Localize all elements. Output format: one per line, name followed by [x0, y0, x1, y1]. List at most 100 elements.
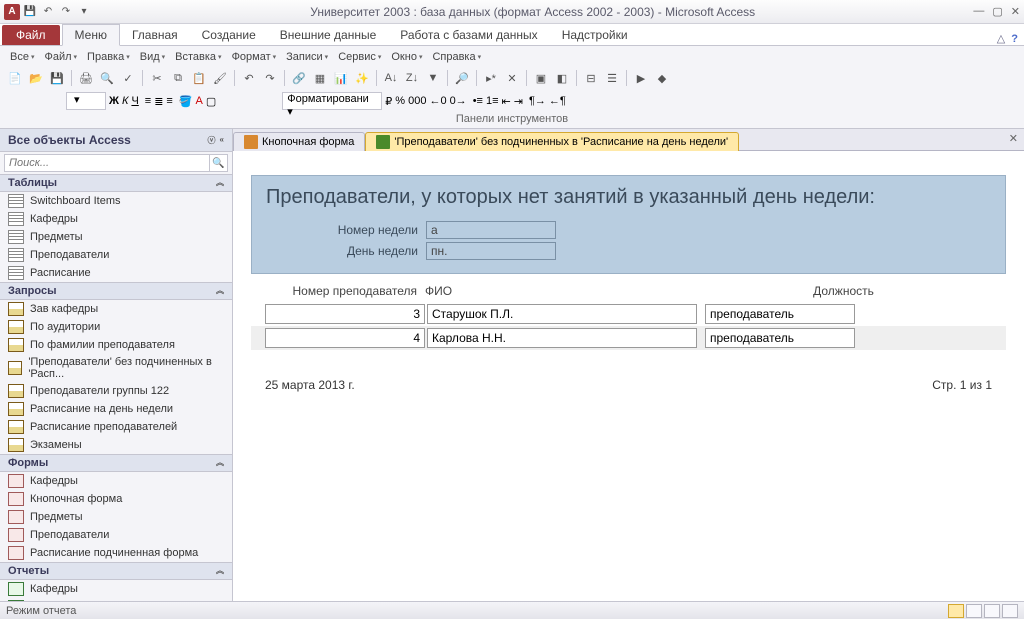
print-icon[interactable]: 🖨: [77, 69, 95, 87]
nav-item[interactable]: Кафедры: [0, 472, 232, 490]
view-print-icon[interactable]: [966, 604, 982, 618]
nav-item[interactable]: По аудитории: [0, 318, 232, 336]
fill-color-icon[interactable]: 🪣: [179, 95, 193, 108]
help-icon[interactable]: ?: [1011, 33, 1018, 45]
rtl-icon[interactable]: ←¶: [549, 95, 566, 107]
outdent-icon[interactable]: ⇤: [502, 95, 511, 108]
italic-icon[interactable]: К: [122, 95, 128, 107]
ribbon-minimize-icon[interactable]: △: [997, 32, 1005, 45]
menu-tools[interactable]: Сервис▾: [334, 50, 385, 64]
nav-group-table[interactable]: Таблицы︽: [0, 174, 232, 192]
menu-records[interactable]: Записи▾: [282, 50, 332, 64]
align-center-icon[interactable]: ≣: [154, 95, 163, 108]
nav-item[interactable]: Кафедры: [0, 580, 232, 598]
font-color-icon[interactable]: A: [196, 95, 203, 107]
spell-icon[interactable]: ✓: [119, 69, 137, 87]
sort-az-icon[interactable]: A↓: [382, 69, 400, 87]
search-icon[interactable]: 🔍: [210, 154, 228, 172]
form-icon[interactable]: ▦: [311, 69, 329, 87]
nav-item[interactable]: 'Преподаватели' без подчиненных в 'Расп.…: [0, 354, 232, 382]
menu-window[interactable]: Окно▾: [387, 50, 426, 64]
dropdown-1[interactable]: ▾: [66, 92, 106, 110]
underline-icon[interactable]: Ч: [131, 95, 138, 107]
menu-view[interactable]: Вид▾: [136, 50, 169, 64]
wizard-icon[interactable]: ✨: [353, 69, 371, 87]
view-layout-icon[interactable]: [984, 604, 1000, 618]
close-icon[interactable]: ✕: [1011, 5, 1020, 18]
preview-icon[interactable]: 🔍: [98, 69, 116, 87]
sort-za-icon[interactable]: Z↓: [403, 69, 421, 87]
ribbon-tab-create[interactable]: Создание: [190, 25, 268, 45]
nav-group-query[interactable]: Запросы︽: [0, 282, 232, 300]
ribbon-tab-db-tools[interactable]: Работа с базами данных: [388, 25, 549, 45]
nav-item[interactable]: Зав кафедры: [0, 300, 232, 318]
bold-icon[interactable]: Ж: [109, 95, 119, 107]
redo-tb-icon[interactable]: ↷: [261, 69, 279, 87]
format-painter-icon[interactable]: 🖌: [211, 69, 229, 87]
menu-help[interactable]: Справка▾: [428, 50, 485, 64]
macro-icon[interactable]: ▶: [632, 69, 650, 87]
db-window-icon[interactable]: ▣: [532, 69, 550, 87]
ribbon-tab-addins[interactable]: Надстройки: [550, 25, 640, 45]
view-report-icon[interactable]: [948, 604, 964, 618]
nav-item[interactable]: Расписание: [0, 264, 232, 282]
menu-file[interactable]: Файл▾: [40, 50, 81, 64]
relationships-icon[interactable]: ⊟: [582, 69, 600, 87]
dec-dec-icon[interactable]: 0→: [450, 95, 467, 107]
copy-icon[interactable]: ⧉: [169, 69, 187, 87]
numbering-icon[interactable]: 1≡: [486, 95, 499, 107]
doc-close-icon[interactable]: ✕: [1009, 132, 1018, 145]
menu-format[interactable]: Формат▾: [228, 50, 281, 64]
currency-icon[interactable]: ₽: [385, 95, 392, 108]
nav-item[interactable]: Преподаватели группы 122: [0, 382, 232, 400]
nav-item[interactable]: Кафедры: [0, 210, 232, 228]
ribbon-tab-menu[interactable]: Меню: [62, 24, 120, 46]
nav-item[interactable]: Расписание на день недели: [0, 400, 232, 418]
dec-inc-icon[interactable]: ←0: [429, 95, 446, 107]
new-record-icon[interactable]: ▸*: [482, 69, 500, 87]
nav-group-form[interactable]: Формы︽: [0, 454, 232, 472]
properties-icon[interactable]: ☰: [603, 69, 621, 87]
nav-item[interactable]: Switchboard Items: [0, 192, 232, 210]
find-icon[interactable]: 🔎: [453, 69, 471, 87]
percent-icon[interactable]: %: [395, 95, 405, 107]
menu-insert[interactable]: Вставка▾: [171, 50, 225, 64]
nav-item[interactable]: Экзамены: [0, 436, 232, 454]
nav-search-input[interactable]: [4, 154, 210, 172]
nav-filter-icon[interactable]: ⓥ: [208, 135, 216, 146]
minimize-icon[interactable]: —: [973, 5, 984, 18]
align-right-icon[interactable]: ≡: [166, 95, 172, 107]
ltr-icon[interactable]: ¶→: [529, 95, 546, 107]
thousands-icon[interactable]: 000: [408, 95, 426, 107]
paste-icon[interactable]: 📋: [190, 69, 208, 87]
redo-icon[interactable]: ↷: [58, 4, 74, 20]
new-icon[interactable]: 📄: [6, 69, 24, 87]
nav-item[interactable]: Расписание подчиненная форма: [0, 544, 232, 562]
menu-all[interactable]: Все▾: [6, 50, 38, 64]
indent-icon[interactable]: ⇥: [514, 95, 523, 108]
doc-tab-report[interactable]: 'Преподаватели' без подчиненных в 'Распи…: [365, 132, 739, 151]
vba-icon[interactable]: ◆: [653, 69, 671, 87]
nav-collapse-icon[interactable]: «: [220, 135, 224, 146]
doc-tab-form[interactable]: Кнопочная форма: [233, 132, 365, 151]
nav-item[interactable]: Расписание преподавателей: [0, 418, 232, 436]
save-icon[interactable]: 💾: [22, 4, 38, 20]
filter-icon[interactable]: ▼: [424, 69, 442, 87]
maximize-icon[interactable]: ▢: [992, 5, 1002, 18]
cut-icon[interactable]: ✂: [148, 69, 166, 87]
border-icon[interactable]: ▢: [206, 95, 216, 108]
nav-item[interactable]: По фамилии преподавателя: [0, 336, 232, 354]
nav-item[interactable]: Преподаватели: [0, 246, 232, 264]
link-icon[interactable]: 🔗: [290, 69, 308, 87]
ribbon-tab-external[interactable]: Внешние данные: [268, 25, 389, 45]
nav-group-report[interactable]: Отчеты︽: [0, 562, 232, 580]
object-icon[interactable]: ◧: [553, 69, 571, 87]
nav-pane-header[interactable]: Все объекты Access ⓥ«: [0, 129, 232, 152]
nav-item[interactable]: Преподаватели: [0, 526, 232, 544]
ribbon-tab-home[interactable]: Главная: [120, 25, 190, 45]
file-tab[interactable]: Файл: [2, 25, 60, 45]
undo-icon[interactable]: ↶: [40, 4, 56, 20]
qat-customize-icon[interactable]: ▾: [76, 4, 92, 20]
align-left-icon[interactable]: ≡: [145, 95, 151, 107]
menu-edit[interactable]: Правка▾: [83, 50, 134, 64]
